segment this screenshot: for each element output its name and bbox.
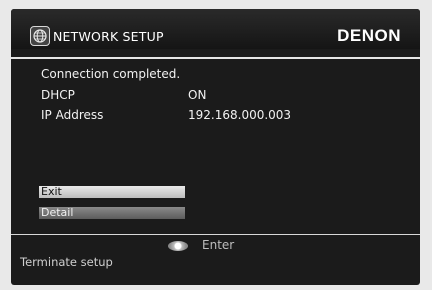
- enter-label: Enter: [202, 238, 235, 252]
- enter-button-icon: [168, 241, 188, 251]
- ip-address-label: IP Address: [41, 108, 104, 122]
- network-setup-screen: NETWORK SETUP DENON Connection completed…: [11, 9, 420, 285]
- network-globe-icon: [30, 26, 50, 46]
- help-text: Terminate setup: [20, 255, 113, 269]
- dhcp-value: ON: [188, 88, 207, 102]
- header-divider: [11, 57, 420, 59]
- dhcp-label: DHCP: [41, 88, 75, 102]
- header-bar: NETWORK SETUP DENON: [11, 9, 420, 49]
- ip-address-value: 192.168.000.003: [188, 108, 292, 122]
- footer-divider: [11, 234, 420, 235]
- detail-button[interactable]: Detail: [39, 207, 185, 219]
- exit-button[interactable]: Exit: [39, 186, 185, 198]
- status-message: Connection completed.: [41, 67, 181, 81]
- page-title: NETWORK SETUP: [53, 29, 164, 44]
- brand-logo: DENON: [337, 26, 401, 45]
